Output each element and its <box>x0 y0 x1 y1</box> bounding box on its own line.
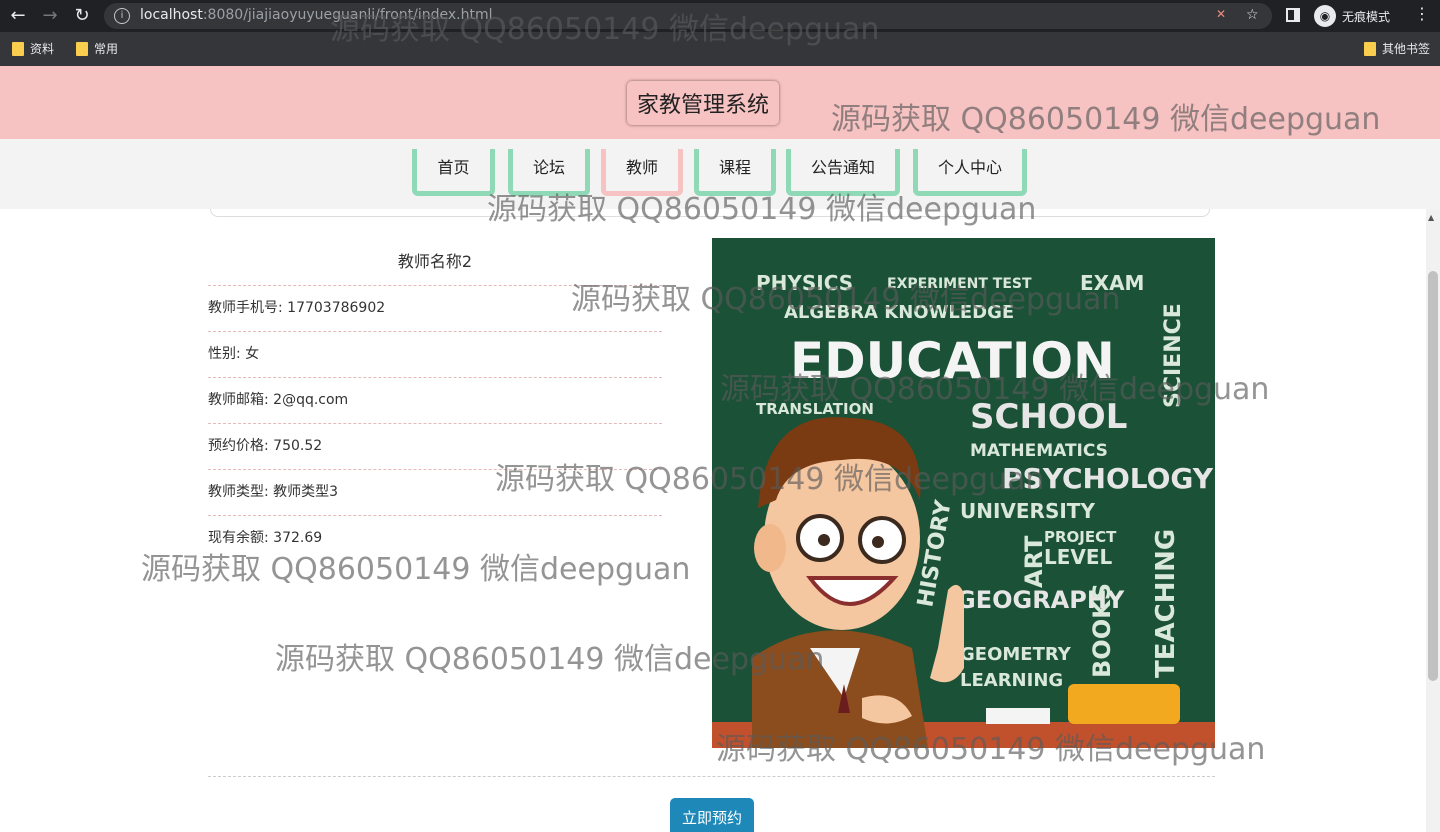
teacher-gender: 性别: 女 <box>208 332 662 378</box>
nav-home[interactable]: 首页 <box>412 149 495 196</box>
img-word-level: LEVEL <box>1044 545 1113 569</box>
img-word-science: SCIENCE <box>1161 303 1186 408</box>
nav-personal-center[interactable]: 个人中心 <box>913 149 1027 196</box>
img-word-project: PROJECT <box>1044 528 1117 546</box>
url-path: :8080/jiajiaoyuyueguanli/front/index.htm… <box>202 7 493 23</box>
img-word-translation: TRANSLATION <box>756 400 874 418</box>
folder-icon <box>76 41 88 56</box>
incognito-label: 无痕模式 <box>1342 9 1391 24</box>
bookmarks-bar: 资料 常用 其他书签 <box>0 32 1440 66</box>
img-word-university: UNIVERSITY <box>960 499 1095 523</box>
img-word-mathematics: MATHEMATICS <box>970 441 1108 461</box>
bookmark-label: 资料 <box>30 42 55 56</box>
bookmark-folder-2[interactable]: 常用 <box>76 40 118 57</box>
teacher-type: 教师类型: 教师类型3 <box>208 470 662 516</box>
img-word-books: BOOKS <box>1088 583 1116 678</box>
nav-forum-label: 论坛 <box>532 158 565 177</box>
nav-course[interactable]: 课程 <box>694 149 776 196</box>
nav-personal-center-label: 个人中心 <box>937 158 1002 177</box>
forward-icon[interactable]: → <box>38 4 62 28</box>
nav-forum[interactable]: 论坛 <box>508 149 590 196</box>
scroll-thumb[interactable] <box>1428 271 1438 681</box>
scroll-up-icon[interactable]: ▲ <box>1428 213 1434 222</box>
page-scrollbar[interactable]: ▲ <box>1426 209 1440 832</box>
teacher-name: 教师名称2 <box>208 238 662 286</box>
img-word-learning: LEARNING <box>960 670 1063 691</box>
img-word-exam: EXAM <box>1080 271 1144 295</box>
teacher-price: 预约价格: 750.52 <box>208 424 662 470</box>
site-title: 家教管理系统 <box>627 81 780 125</box>
back-icon[interactable]: ← <box>6 4 30 28</box>
reload-icon[interactable]: ↻ <box>70 4 94 28</box>
teacher-email: 教师邮箱: 2@qq.com <box>208 378 662 424</box>
img-word-psychology: PSYCHOLOGY <box>1002 462 1214 495</box>
blocked-icon[interactable]: ✕ <box>1216 7 1226 21</box>
nav-announcement-label: 公告通知 <box>810 158 875 177</box>
browser-toolbar: ← → ↻ i localhost:8080/jiajiaoyuyueguanl… <box>0 0 1440 32</box>
folder-icon <box>1364 41 1376 56</box>
url-text[interactable]: localhost:8080/jiajiaoyuyueguanli/front/… <box>140 7 493 23</box>
nav-announcement[interactable]: 公告通知 <box>786 149 900 196</box>
address-bar[interactable]: i localhost:8080/jiajiaoyuyueguanli/fron… <box>104 3 1272 29</box>
other-bookmarks[interactable]: 其他书签 <box>1364 40 1430 57</box>
incognito-icon: ◉ <box>1314 5 1336 27</box>
page-content: 家教管理系统 首页 论坛 教师 课程 公告通知 个人中心 教师名称2 教师手机号… <box>0 66 1440 832</box>
site-header: 家教管理系统 <box>0 66 1440 139</box>
folder-icon <box>12 41 24 56</box>
img-word-experiment: EXPERIMENT TEST <box>887 276 1032 292</box>
img-word-teaching: TEACHING <box>1151 529 1181 678</box>
teacher-phone: 教师手机号: 17703786902 <box>208 286 662 332</box>
content-frame-top <box>210 209 1210 217</box>
side-panel-icon[interactable] <box>1286 8 1300 22</box>
teacher-photo: PHYSICS EXPERIMENT TEST EXAM ALGEBRA KNO… <box>712 238 1215 748</box>
education-illustration: PHYSICS EXPERIMENT TEST EXAM ALGEBRA KNO… <box>712 238 1215 748</box>
img-word-art: ART <box>1020 535 1048 588</box>
img-word-school: SCHOOL <box>970 397 1127 437</box>
nav-teacher[interactable]: 教师 <box>601 149 683 196</box>
nav-home-label: 首页 <box>437 158 470 177</box>
teacher-balance: 现有余额: 372.69 <box>208 530 323 546</box>
img-word-physics: PHYSICS <box>756 271 853 295</box>
site-info-icon[interactable]: i <box>114 8 130 24</box>
img-word-education: EDUCATION <box>790 332 1115 390</box>
more-menu-icon[interactable]: ⋮ <box>1412 4 1432 23</box>
star-icon[interactable]: ☆ <box>1246 7 1259 23</box>
book-now-button[interactable]: 立即预约 <box>670 798 754 832</box>
incognito-indicator[interactable]: ◉ 无痕模式 <box>1314 4 1390 28</box>
other-bookmarks-label: 其他书签 <box>1382 42 1431 56</box>
nav-teacher-label: 教师 <box>625 158 658 177</box>
bookmark-label: 常用 <box>94 42 119 56</box>
content-divider <box>208 776 1215 777</box>
teacher-info: 教师名称2 教师手机号: 17703786902 性别: 女 教师邮箱: 2@q… <box>208 238 662 562</box>
img-word-geometry: GEOMETRY <box>960 644 1072 665</box>
nav-course-label: 课程 <box>718 158 751 177</box>
url-host: localhost <box>140 7 203 23</box>
bookmark-folder-1[interactable]: 资料 <box>12 40 54 57</box>
main-navigation: 首页 论坛 教师 课程 公告通知 个人中心 <box>0 139 1440 209</box>
img-word-algebra: ALGEBRA KNOWLEDGE <box>784 302 1014 323</box>
